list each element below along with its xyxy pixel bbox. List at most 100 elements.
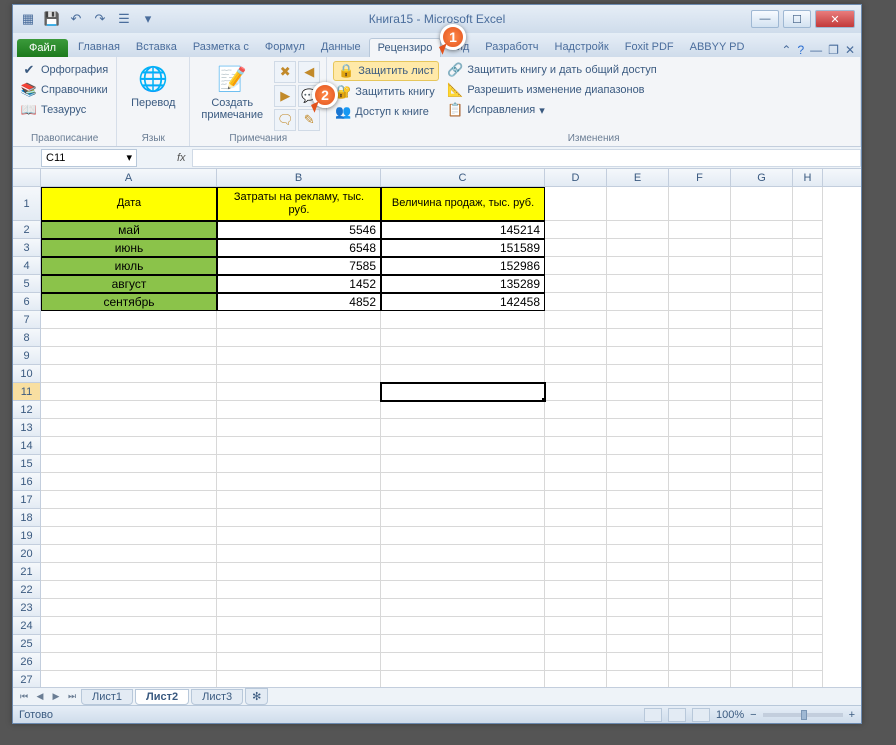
- cell-C22[interactable]: [381, 581, 545, 599]
- show-all-icon[interactable]: 🗨: [274, 109, 296, 131]
- close-button[interactable]: ✕: [815, 10, 855, 28]
- cell-D26[interactable]: [545, 653, 607, 671]
- next-comment-icon[interactable]: ▶: [274, 85, 296, 107]
- cell-F23[interactable]: [669, 599, 731, 617]
- cell-H27[interactable]: [793, 671, 823, 687]
- cell-D14[interactable]: [545, 437, 607, 455]
- cell-G23[interactable]: [731, 599, 793, 617]
- sheet-tab-0[interactable]: Лист1: [81, 689, 133, 705]
- cell-B23[interactable]: [217, 599, 381, 617]
- cell-E6[interactable]: [607, 293, 669, 311]
- new-sheet-button[interactable]: ✻: [245, 688, 268, 705]
- sheet-next-icon[interactable]: ▶: [49, 691, 63, 702]
- cell-H12[interactable]: [793, 401, 823, 419]
- cell-B19[interactable]: [217, 527, 381, 545]
- show-ink-icon[interactable]: ✎: [298, 109, 320, 131]
- cell-E5[interactable]: [607, 275, 669, 293]
- cell-G25[interactable]: [731, 635, 793, 653]
- allow-ranges-button[interactable]: 📐Разрешить изменение диапазонов: [445, 81, 658, 99]
- cell-F19[interactable]: [669, 527, 731, 545]
- sheet-last-icon[interactable]: ⏭: [65, 691, 79, 702]
- cell-C8[interactable]: [381, 329, 545, 347]
- cell-G15[interactable]: [731, 455, 793, 473]
- row-header-12[interactable]: 12: [13, 401, 41, 419]
- row-header-18[interactable]: 18: [13, 509, 41, 527]
- workbook-close-icon[interactable]: ✕: [845, 43, 855, 57]
- cell-H20[interactable]: [793, 545, 823, 563]
- cell-B20[interactable]: [217, 545, 381, 563]
- cell-G13[interactable]: [731, 419, 793, 437]
- cell-A16[interactable]: [41, 473, 217, 491]
- cell-D21[interactable]: [545, 563, 607, 581]
- cell-G7[interactable]: [731, 311, 793, 329]
- cell-A1[interactable]: Дата: [41, 187, 217, 221]
- cell-A5[interactable]: август: [41, 275, 217, 293]
- cell-D15[interactable]: [545, 455, 607, 473]
- cell-H15[interactable]: [793, 455, 823, 473]
- row-header-19[interactable]: 19: [13, 527, 41, 545]
- cell-G12[interactable]: [731, 401, 793, 419]
- cell-D27[interactable]: [545, 671, 607, 687]
- cell-E24[interactable]: [607, 617, 669, 635]
- cell-B1[interactable]: Затраты на рекламу, тыс. руб.: [217, 187, 381, 221]
- cell-D4[interactable]: [545, 257, 607, 275]
- cell-D6[interactable]: [545, 293, 607, 311]
- cell-G5[interactable]: [731, 275, 793, 293]
- ribbon-tab-9[interactable]: Foxit PDF: [617, 38, 682, 57]
- cell-F8[interactable]: [669, 329, 731, 347]
- cell-C17[interactable]: [381, 491, 545, 509]
- row-header-17[interactable]: 17: [13, 491, 41, 509]
- cell-G3[interactable]: [731, 239, 793, 257]
- cell-H10[interactable]: [793, 365, 823, 383]
- normal-view-icon[interactable]: [644, 708, 662, 722]
- cell-D22[interactable]: [545, 581, 607, 599]
- cell-A23[interactable]: [41, 599, 217, 617]
- cell-H7[interactable]: [793, 311, 823, 329]
- cell-E9[interactable]: [607, 347, 669, 365]
- cell-B26[interactable]: [217, 653, 381, 671]
- cell-E11[interactable]: [607, 383, 669, 401]
- cell-C5[interactable]: 135289: [381, 275, 545, 293]
- row-header-4[interactable]: 4: [13, 257, 41, 275]
- cell-F14[interactable]: [669, 437, 731, 455]
- track-changes-button[interactable]: 📋Исправления ▾: [445, 101, 658, 119]
- cell-F21[interactable]: [669, 563, 731, 581]
- cell-G14[interactable]: [731, 437, 793, 455]
- cell-C26[interactable]: [381, 653, 545, 671]
- cell-D17[interactable]: [545, 491, 607, 509]
- fx-icon[interactable]: fx: [177, 152, 186, 164]
- cell-A25[interactable]: [41, 635, 217, 653]
- cell-A18[interactable]: [41, 509, 217, 527]
- minimize-ribbon-icon[interactable]: ⌃: [781, 43, 791, 57]
- prev-comment-icon[interactable]: ◀: [298, 61, 320, 83]
- protect-workbook-button[interactable]: 🔐Защитить книгу: [333, 83, 439, 101]
- cell-E4[interactable]: [607, 257, 669, 275]
- row-header-8[interactable]: 8: [13, 329, 41, 347]
- cell-D7[interactable]: [545, 311, 607, 329]
- cell-E22[interactable]: [607, 581, 669, 599]
- cell-B22[interactable]: [217, 581, 381, 599]
- cell-D16[interactable]: [545, 473, 607, 491]
- cell-H9[interactable]: [793, 347, 823, 365]
- row-header-6[interactable]: 6: [13, 293, 41, 311]
- cell-C4[interactable]: 152986: [381, 257, 545, 275]
- row-header-23[interactable]: 23: [13, 599, 41, 617]
- cell-E14[interactable]: [607, 437, 669, 455]
- protect-share-button[interactable]: 🔗Защитить книгу и дать общий доступ: [445, 61, 658, 79]
- cell-E15[interactable]: [607, 455, 669, 473]
- cell-H16[interactable]: [793, 473, 823, 491]
- col-header-F[interactable]: F: [669, 169, 731, 186]
- cell-A26[interactable]: [41, 653, 217, 671]
- cell-B9[interactable]: [217, 347, 381, 365]
- cell-G27[interactable]: [731, 671, 793, 687]
- cell-G17[interactable]: [731, 491, 793, 509]
- cell-B13[interactable]: [217, 419, 381, 437]
- cell-C21[interactable]: [381, 563, 545, 581]
- ribbon-tab-5[interactable]: Рецензиро: [369, 38, 442, 57]
- cell-A20[interactable]: [41, 545, 217, 563]
- cell-F11[interactable]: [669, 383, 731, 401]
- cell-H1[interactable]: [793, 187, 823, 221]
- cell-C1[interactable]: Величина продаж, тыс. руб.: [381, 187, 545, 221]
- cell-A13[interactable]: [41, 419, 217, 437]
- cell-H25[interactable]: [793, 635, 823, 653]
